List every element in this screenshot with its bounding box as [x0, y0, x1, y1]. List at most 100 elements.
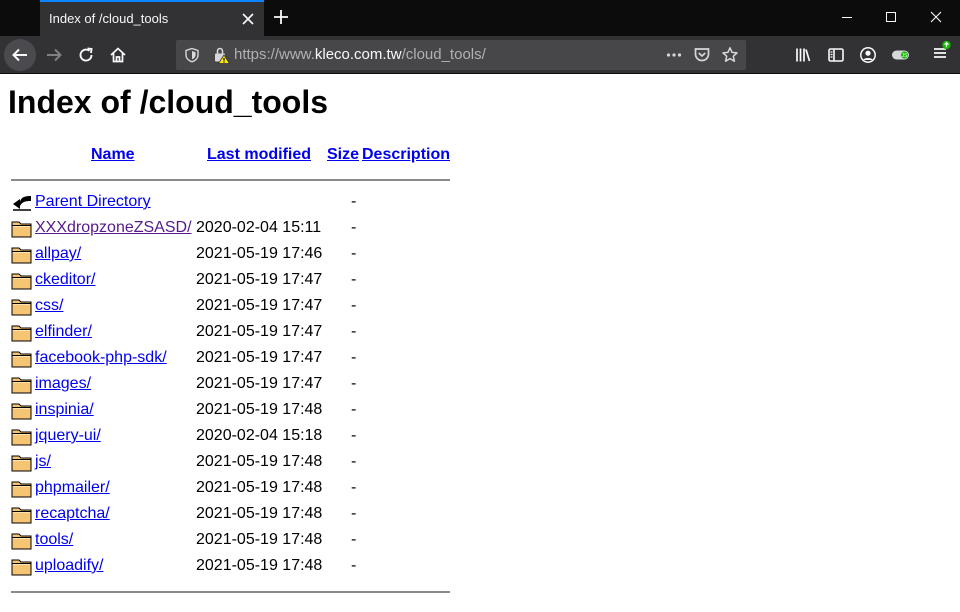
parent-directory-link[interactable]: Parent Directory: [35, 193, 151, 210]
maximize-icon[interactable]: [884, 10, 898, 24]
last-modified-cell: 2021-05-19 17:47: [196, 271, 323, 288]
size-cell: -: [351, 427, 357, 444]
window-close-icon[interactable]: [929, 10, 943, 24]
directory-link[interactable]: css/: [35, 297, 63, 314]
directory-link[interactable]: elfinder/: [35, 323, 92, 340]
folder-icon: [11, 427, 32, 446]
address-bar[interactable]: https://www.kleco.com.tw/cloud_tools/: [176, 40, 746, 70]
column-header-name: Name: [91, 146, 135, 164]
sort-by-size-link[interactable]: Size: [327, 146, 359, 163]
directory-link[interactable]: facebook-php-sdk/: [35, 349, 167, 366]
directory-link[interactable]: jquery-ui/: [35, 427, 101, 444]
entry-name-cell: images/: [35, 375, 91, 393]
shield-icon[interactable]: [184, 47, 200, 68]
entry-name-cell: allpay/: [35, 245, 81, 263]
back-button[interactable]: [4, 39, 36, 71]
directory-link[interactable]: tools/: [35, 531, 73, 548]
reload-icon: [79, 47, 93, 62]
new-tab-icon[interactable]: [272, 8, 290, 26]
size-cell: -: [351, 453, 357, 470]
folder-icon: [11, 375, 32, 394]
entry-name-cell: ckeditor/: [35, 271, 95, 289]
size-cell: -: [351, 479, 357, 496]
table-row: tools/2021-05-19 17:48 -: [0, 528, 460, 554]
entry-name-cell: jquery-ui/: [35, 427, 101, 445]
url-host: kleco.com.tw: [314, 46, 402, 63]
table-row: js/2021-05-19 17:48 -: [0, 450, 460, 476]
insecure-lock-icon[interactable]: [212, 46, 231, 69]
folder-icon: [11, 557, 32, 576]
size-cell: -: [351, 219, 357, 236]
table-row: uploadify/2021-05-19 17:48 -: [0, 554, 460, 580]
tab-strip: Index of /cloud_tools: [0, 0, 960, 36]
folder-icon: [11, 479, 32, 498]
sidebar-icon[interactable]: [827, 46, 845, 69]
directory-link[interactable]: ckeditor/: [35, 271, 95, 288]
folder-icon: [11, 323, 32, 342]
table-row: elfinder/2021-05-19 17:47 -: [0, 320, 460, 346]
url-text[interactable]: https://www.kleco.com.tw/cloud_tools/: [234, 46, 486, 63]
last-modified-cell: 2021-05-19 17:48: [196, 453, 323, 470]
table-row: images/2021-05-19 17:47 -: [0, 372, 460, 398]
size-cell: -: [351, 349, 357, 366]
folder-icon: [11, 297, 32, 316]
reload-button[interactable]: [70, 39, 102, 71]
directory-link[interactable]: images/: [35, 375, 91, 392]
page-content: Index of /cloud_tools Name Last modified…: [0, 75, 960, 612]
size-cell: -: [351, 531, 357, 548]
sort-by-name-link[interactable]: Name: [91, 146, 135, 163]
table-row: ckeditor/2021-05-19 17:47 -: [0, 268, 460, 294]
url-path: /cloud_tools/: [401, 46, 486, 63]
directory-link[interactable]: allpay/: [35, 245, 81, 262]
size-cell: -: [351, 375, 357, 392]
home-button[interactable]: [102, 39, 134, 71]
last-modified-cell: 2021-05-19 17:46: [196, 245, 323, 262]
directory-link[interactable]: phpmailer/: [35, 479, 110, 496]
last-modified-cell: 2020-02-04 15:18: [196, 427, 323, 444]
table-row: Parent Directory -: [0, 190, 460, 216]
last-modified-cell: 2021-05-19 17:48: [196, 505, 323, 522]
account-icon[interactable]: [859, 46, 877, 69]
tab-active[interactable]: Index of /cloud_tools: [40, 0, 264, 36]
directory-link[interactable]: XXXdropzoneZSASD/: [35, 219, 192, 236]
forward-arrow-icon: [47, 48, 62, 62]
directory-link[interactable]: uploadify/: [35, 557, 104, 574]
size-cell: -: [351, 505, 357, 522]
library-icon[interactable]: [794, 46, 812, 69]
entry-name-cell: css/: [35, 297, 63, 315]
size-cell: -: [351, 271, 357, 288]
column-header-last-modified: Last modified: [207, 146, 311, 164]
hamburger-menu-icon[interactable]: [932, 40, 952, 71]
size-cell: -: [351, 193, 357, 210]
size-cell: -: [351, 245, 357, 262]
page-title: Index of /cloud_tools: [8, 84, 329, 120]
extension-toggle-icon[interactable]: JS: [891, 46, 911, 69]
directory-link[interactable]: recaptcha/: [35, 505, 110, 522]
directory-link[interactable]: js/: [35, 453, 51, 470]
page-actions-icon[interactable]: [665, 46, 683, 69]
last-modified-cell: 2021-05-19 17:47: [196, 375, 323, 392]
size-cell: -: [351, 401, 357, 418]
size-cell: -: [351, 557, 357, 574]
sort-by-description-link[interactable]: Description: [362, 146, 450, 163]
folder-icon: [11, 453, 32, 472]
table-row: inspinia/2021-05-19 17:48 -: [0, 398, 460, 424]
pocket-icon[interactable]: [693, 46, 711, 69]
sort-by-modified-link[interactable]: Last modified: [207, 146, 311, 163]
close-tab-icon[interactable]: [240, 11, 256, 27]
table-row: phpmailer/2021-05-19 17:48 -: [0, 476, 460, 502]
directory-link[interactable]: inspinia/: [35, 401, 94, 418]
bookmark-star-icon[interactable]: [721, 46, 739, 69]
forward-button[interactable]: [38, 39, 70, 71]
bottom-divider: [11, 591, 450, 593]
navigation-toolbar: https://www.kleco.com.tw/cloud_tools/ JS: [0, 36, 960, 74]
minimize-icon[interactable]: [840, 10, 854, 24]
table-row: facebook-php-sdk/2021-05-19 17:47 -: [0, 346, 460, 372]
table-row: css/2021-05-19 17:47 -: [0, 294, 460, 320]
folder-icon: [11, 401, 32, 420]
url-prefix: https://www.: [234, 46, 315, 63]
last-modified-cell: 2021-05-19 17:47: [196, 297, 323, 314]
last-modified-cell: 2021-05-19 17:48: [196, 401, 323, 418]
entry-name-cell: uploadify/: [35, 557, 104, 575]
entry-name-cell: inspinia/: [35, 401, 94, 419]
